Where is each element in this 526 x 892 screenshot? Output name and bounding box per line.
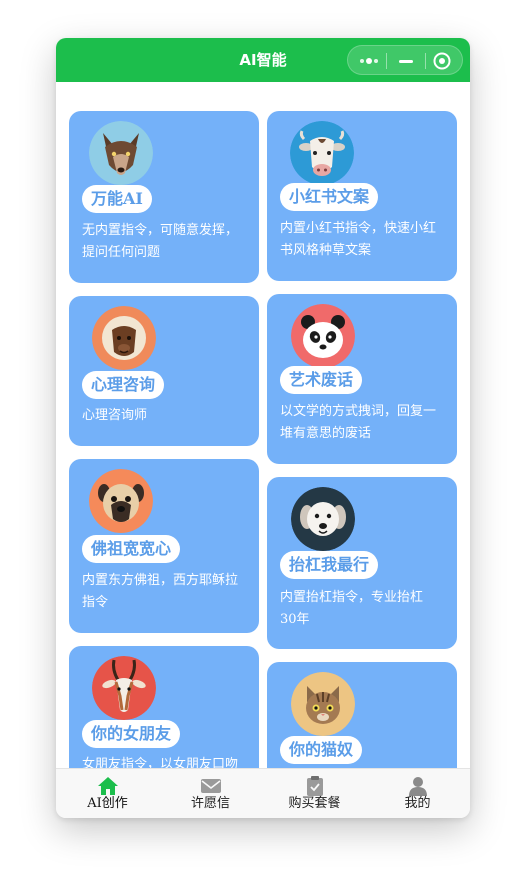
clipboard-icon <box>307 776 323 796</box>
card-description: 内置小红书指令，快速小红书风格种草文案 <box>280 221 437 258</box>
card-art-nonsense[interactable]: 艺术废话 以文学的方式拽词，回复一堆有意思的废话 <box>267 294 457 464</box>
user-icon <box>409 777 427 796</box>
card-title: 小红书文案 <box>280 183 379 211</box>
card-title: 抬杠我最行 <box>280 551 379 579</box>
card-description: 内置东方佛祖，西方耶稣拉指令 <box>82 573 239 610</box>
tab-label: 我的 <box>404 796 431 811</box>
card-title: 佛祖宽宽心 <box>82 535 181 563</box>
tab-buy-plan[interactable]: 购买套餐 <box>263 769 366 818</box>
minimize-icon[interactable] <box>399 60 413 63</box>
tab-wish-letter[interactable]: 许愿信 <box>159 769 262 818</box>
card-description: 以文学的方式拽词，回复一堆有意思的废话 <box>280 404 437 441</box>
card-description: 无内置指令，可随意发挥，提问任何问题 <box>82 223 239 260</box>
panda-icon <box>291 304 355 368</box>
close-circle-icon[interactable] <box>433 52 451 70</box>
card-buddha-comfort[interactable]: 佛祖宽宽心 内置东方佛祖，西方耶稣拉指令 <box>69 459 259 633</box>
card-grid: 万能AI 无内置指令，可随意发挥，提问任何问题 小红书文案 内置小红书指令，快速… <box>56 82 470 768</box>
card-argue-master[interactable]: 抬杠我最行 内置抬杠指令，专业抬杠30年 <box>267 477 457 649</box>
bottom-tab-bar: AI创作 许愿信 购买套餐 我的 <box>56 768 470 818</box>
mail-icon <box>201 779 221 793</box>
tab-label: 购买套餐 <box>288 796 341 811</box>
card-description: 内置抬杠指令，专业抬杠30年 <box>280 590 424 627</box>
card-xiaohongshu-copy[interactable]: 小红书文案 内置小红书指令，快速小红书风格种草文案 <box>267 111 457 281</box>
cow-icon <box>290 121 354 185</box>
mini-program-capsule <box>347 45 463 75</box>
cat-icon <box>291 672 355 736</box>
more-icon[interactable] <box>359 57 379 65</box>
card-girlfriend[interactable]: 你的女朋友 女朋友指令，以女朋友口吻和你聊天 <box>69 646 259 768</box>
pug-icon <box>89 469 153 533</box>
card-title: 你的猫奴 <box>280 736 363 764</box>
home-icon <box>98 777 118 795</box>
card-psychology[interactable]: 心理咨询 心理咨询师 <box>69 296 259 446</box>
card-title: 艺术废话 <box>280 366 363 394</box>
card-description: 女朋友指令，以女朋友口吻和你聊天 <box>82 757 239 768</box>
tab-label: 许愿信 <box>190 796 230 811</box>
card-title: 万能AI <box>82 185 152 213</box>
wolf-icon <box>89 121 153 185</box>
antelope-icon <box>92 656 156 720</box>
tab-mine[interactable]: 我的 <box>366 769 469 818</box>
card-universal-ai[interactable]: 万能AI 无内置指令，可随意发挥，提问任何问题 <box>69 111 259 283</box>
card-description: 心理咨询师 <box>82 408 148 423</box>
capsule-divider <box>386 53 387 69</box>
tab-label: AI创作 <box>87 796 128 811</box>
card-cat-servant[interactable]: 你的猫奴 <box>267 662 457 768</box>
tab-ai-create[interactable]: AI创作 <box>56 769 159 818</box>
capsule-divider <box>425 53 426 69</box>
monkey-icon <box>92 306 156 370</box>
dog-icon <box>291 487 355 551</box>
title-bar: AI智能 <box>56 38 470 82</box>
card-title: 心理咨询 <box>82 371 165 399</box>
card-title: 你的女朋友 <box>82 720 181 748</box>
phone-window: AI智能 万能AI 无内置指令，可随意发挥，提问任何问题 小红书文案 内置小红书… <box>56 38 470 818</box>
